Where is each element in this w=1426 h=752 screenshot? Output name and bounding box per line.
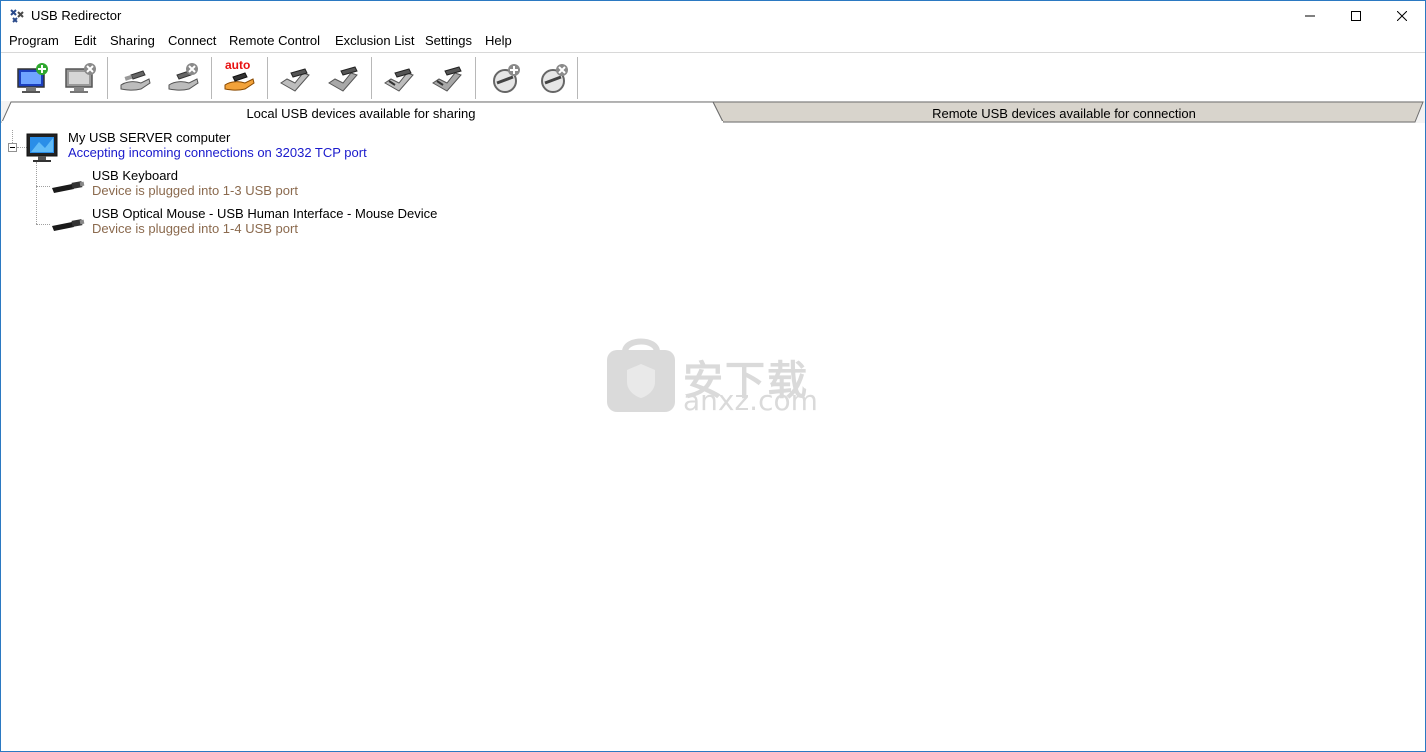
maximize-icon <box>1351 11 1361 21</box>
title-bar[interactable]: USB Redirector <box>1 1 1425 31</box>
share-device-icon <box>120 70 151 91</box>
connect-device-icon <box>280 68 310 92</box>
device-name[interactable]: USB Optical Mouse - USB Human Interface … <box>92 206 437 221</box>
tab-strip: Local USB devices available for sharing … <box>1 101 1425 123</box>
tree-connector <box>36 162 37 224</box>
tree-connector <box>36 186 50 187</box>
toolbar-separator <box>267 57 269 99</box>
device-tree: My USB SERVER computer Accepting incomin… <box>3 124 1423 750</box>
tree-connector <box>12 130 13 143</box>
toolbar: auto <box>1 52 1425 102</box>
disconnect-all-button[interactable] <box>427 59 467 97</box>
usb-redirector-app-icon <box>10 9 24 23</box>
remove-server-icon <box>65 63 96 93</box>
tab-local-devices[interactable]: Local USB devices available for sharing <box>1 106 721 121</box>
watermark: 安下载 anxz.com <box>605 334 825 418</box>
add-exclusion-button[interactable] <box>485 59 525 97</box>
tree-connector <box>36 224 50 225</box>
app-window: USB Redirector Program Edit Sharing Conn… <box>0 0 1426 752</box>
menu-exclusion-list[interactable]: Exclusion List <box>335 33 414 48</box>
connect-all-button[interactable] <box>379 59 419 97</box>
server-name[interactable]: My USB SERVER computer <box>68 130 230 145</box>
shield-bag-icon <box>607 338 675 412</box>
remove-exclusion-icon <box>541 64 568 93</box>
toolbar-separator <box>211 57 213 99</box>
remove-exclusion-button[interactable] <box>533 59 573 97</box>
usb-plug-icon <box>52 219 85 231</box>
add-server-icon <box>17 63 48 93</box>
disconnect-device-icon <box>328 66 358 92</box>
close-button[interactable] <box>1379 1 1425 31</box>
toolbar-separator <box>577 57 579 99</box>
disconnect-device-button[interactable] <box>323 59 363 97</box>
server-status: Accepting incoming connections on 32032 … <box>68 145 367 160</box>
menu-program[interactable]: Program <box>9 33 59 48</box>
watermark-en: anxz.com <box>683 384 818 417</box>
add-server-button[interactable] <box>13 59 53 97</box>
toolbar-separator <box>371 57 373 99</box>
menu-help[interactable]: Help <box>485 33 512 48</box>
auto-share-button[interactable]: auto <box>219 58 259 97</box>
add-exclusion-icon <box>493 64 520 93</box>
toolbar-separator <box>107 57 109 99</box>
tab-remote-devices[interactable]: Remote USB devices available for connect… <box>713 106 1415 121</box>
menu-settings[interactable]: Settings <box>425 33 472 48</box>
menu-remote-control[interactable]: Remote Control <box>229 33 320 48</box>
connect-device-button[interactable] <box>275 59 315 97</box>
unshare-device-button[interactable] <box>163 59 203 97</box>
server-computer-icon <box>26 133 58 162</box>
connect-all-icon <box>384 68 414 92</box>
disconnect-all-icon <box>432 66 462 92</box>
auto-label: auto <box>225 58 251 72</box>
window-title: USB Redirector <box>31 8 122 23</box>
close-icon <box>1397 11 1407 21</box>
device-name[interactable]: USB Keyboard <box>92 168 178 183</box>
toolbar-separator <box>475 57 477 99</box>
share-device-button[interactable] <box>115 59 155 97</box>
device-status: Device is plugged into 1-3 USB port <box>92 183 298 198</box>
remove-server-button[interactable] <box>61 59 101 97</box>
unshare-device-icon <box>168 63 199 91</box>
collapse-toggle[interactable] <box>8 143 17 152</box>
menu-connect[interactable]: Connect <box>168 33 216 48</box>
menu-bar: Program Edit Sharing Connect Remote Cont… <box>1 31 1425 52</box>
menu-sharing[interactable]: Sharing <box>110 33 155 48</box>
usb-plug-icon <box>52 181 85 193</box>
device-status: Device is plugged into 1-4 USB port <box>92 221 298 236</box>
minimize-button[interactable] <box>1287 1 1333 31</box>
menu-edit[interactable]: Edit <box>74 33 96 48</box>
maximize-button[interactable] <box>1333 1 1379 31</box>
minimize-icon <box>1305 15 1315 17</box>
